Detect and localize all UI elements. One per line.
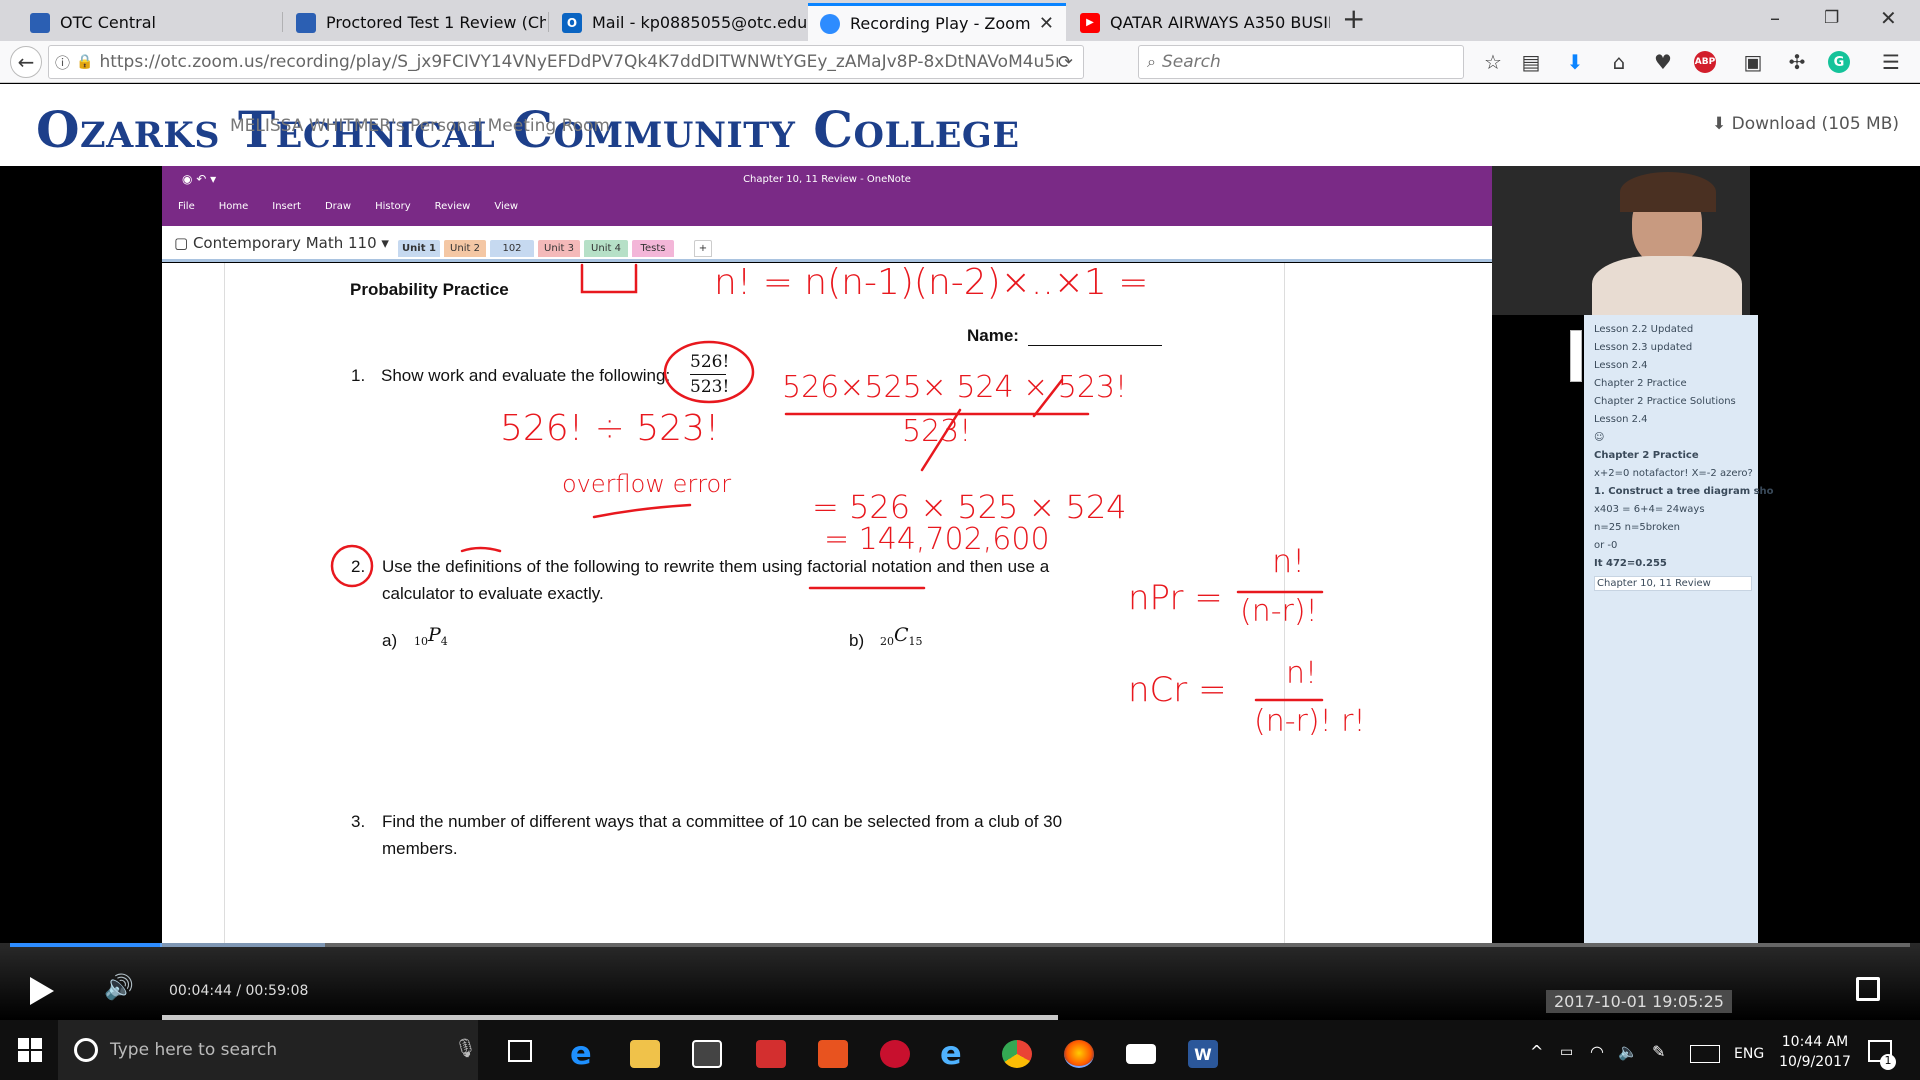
page-item[interactable]: It 472=0.255 bbox=[1594, 558, 1667, 569]
page-item[interactable]: Chapter 2 Practice bbox=[1594, 378, 1687, 389]
internet-explorer-icon[interactable]: e bbox=[940, 1034, 962, 1072]
ink-expanded-numerator: 526×525× 524 × 523! bbox=[782, 370, 1128, 405]
webcam-video bbox=[1492, 166, 1750, 315]
reader-icon[interactable] bbox=[756, 1040, 786, 1068]
page-list-scrollbar[interactable] bbox=[1570, 330, 1582, 382]
page-item-selected[interactable]: Chapter 10, 11 Review bbox=[1594, 576, 1752, 591]
time-display: 00:04:44 / 00:59:08 bbox=[169, 983, 309, 999]
keyboard-icon[interactable] bbox=[1690, 1045, 1720, 1063]
page-item[interactable]: n=25 n=5broken bbox=[1594, 522, 1680, 533]
taskbar-clock[interactable]: 10:44 AM 10/9/2017 bbox=[1778, 1034, 1852, 1070]
ink-circle-q2 bbox=[330, 544, 374, 588]
page-item[interactable]: Chapter 2 Practice bbox=[1594, 450, 1699, 461]
ink-result: = 144,702,600 bbox=[824, 522, 1050, 557]
ink-factorial-definition: n! = n(n-1)(n-2)×..×1 = bbox=[714, 262, 1149, 303]
page-item[interactable]: Lesson 2.4 bbox=[1594, 360, 1648, 371]
ink-expanded-denominator: 523! bbox=[902, 414, 972, 449]
pen-icon[interactable]: ✎ bbox=[1652, 1042, 1665, 1061]
time-total: 00:59:08 bbox=[245, 983, 309, 999]
ink-simplified: = 526 × 525 × 524 bbox=[812, 488, 1127, 526]
presenter-body bbox=[1592, 256, 1742, 315]
battery-icon[interactable]: ▭ bbox=[1560, 1044, 1573, 1060]
player-controls: 🔊 00:04:44 / 00:59:08 2017-10-01 19:05:2… bbox=[0, 943, 1920, 1020]
ink-npr-denominator: (n-r)! bbox=[1240, 594, 1318, 629]
buffer-bar bbox=[160, 943, 325, 947]
task-view-icon[interactable] bbox=[508, 1040, 532, 1062]
powerpoint-icon[interactable] bbox=[818, 1040, 848, 1068]
mcafee-icon[interactable] bbox=[880, 1040, 910, 1068]
edge-icon[interactable]: e bbox=[570, 1034, 592, 1072]
ink-overflow-underline bbox=[592, 503, 692, 519]
ink-ncr-label: nCr = bbox=[1128, 670, 1227, 710]
ink-box-stroke bbox=[580, 263, 638, 294]
page-item[interactable]: x+2=0 notafactor! X=-2 azero? bbox=[1594, 468, 1753, 479]
clock-date: 10/9/2017 bbox=[1779, 1054, 1851, 1070]
taskbar-search-placeholder: Type here to search bbox=[110, 1040, 278, 1060]
page-item[interactable]: 1. Construct a tree diagram sho bbox=[1594, 486, 1774, 497]
page-item[interactable]: Chapter 2 Practice Solutions bbox=[1594, 396, 1736, 407]
page-item[interactable]: Lesson 2.2 Updated bbox=[1594, 324, 1693, 335]
page-item[interactable]: x403 = 6+4= 24ways bbox=[1594, 504, 1705, 515]
onenote-page-list bbox=[1584, 315, 1758, 943]
ink-ncr-numerator: n! bbox=[1286, 656, 1318, 691]
store-icon[interactable] bbox=[692, 1040, 722, 1068]
word-icon[interactable]: W bbox=[1188, 1040, 1218, 1068]
taskbar-search[interactable]: Type here to search 🎙 bbox=[58, 1020, 478, 1080]
language-indicator[interactable]: ENG bbox=[1734, 1046, 1764, 1062]
cortana-icon bbox=[74, 1038, 98, 1062]
page-item[interactable]: ☺ bbox=[1594, 432, 1604, 443]
ink-ncr-denominator: (n-r)! r! bbox=[1254, 704, 1366, 739]
show-hidden-icons-icon[interactable]: ^ bbox=[1530, 1042, 1543, 1061]
ink-calc-attempt: 526! ÷ 523! bbox=[500, 408, 720, 449]
chrome-icon[interactable] bbox=[1002, 1040, 1032, 1068]
page-item[interactable]: Lesson 2.3 updated bbox=[1594, 342, 1692, 353]
ink-definitions-underline bbox=[460, 546, 502, 553]
recording-timestamp: 2017-10-01 19:05:25 bbox=[1546, 990, 1732, 1013]
mail-icon[interactable] bbox=[1126, 1044, 1156, 1064]
notification-badge: 1 bbox=[1880, 1054, 1896, 1070]
page-item[interactable]: Lesson 2.4 bbox=[1594, 414, 1648, 425]
file-explorer-icon[interactable] bbox=[630, 1040, 660, 1068]
firefox-icon[interactable] bbox=[1064, 1040, 1094, 1068]
play-icon[interactable] bbox=[30, 977, 54, 1005]
volume-icon[interactable]: 🔊 bbox=[104, 973, 134, 1001]
time-current: 00:04:44 bbox=[169, 983, 232, 999]
wifi-icon[interactable]: ◠ bbox=[1590, 1042, 1604, 1061]
clock-time: 10:44 AM bbox=[1781, 1034, 1849, 1050]
ink-npr-label: nPr = bbox=[1128, 578, 1223, 618]
ink-overflow-error: overflow error bbox=[562, 470, 732, 498]
speaker-icon[interactable]: 🔈 bbox=[1618, 1042, 1638, 1061]
ink-npr-numerator: n! bbox=[1272, 542, 1306, 580]
progress-fill bbox=[10, 943, 162, 947]
presenter-hair bbox=[1620, 172, 1716, 212]
fullscreen-icon[interactable] bbox=[1856, 977, 1880, 1001]
page-item[interactable]: or -0 bbox=[1594, 540, 1617, 551]
windows-start-icon[interactable] bbox=[18, 1038, 42, 1062]
microphone-icon[interactable]: 🎙 bbox=[454, 1038, 477, 1059]
ink-circle-q1 bbox=[663, 340, 755, 404]
